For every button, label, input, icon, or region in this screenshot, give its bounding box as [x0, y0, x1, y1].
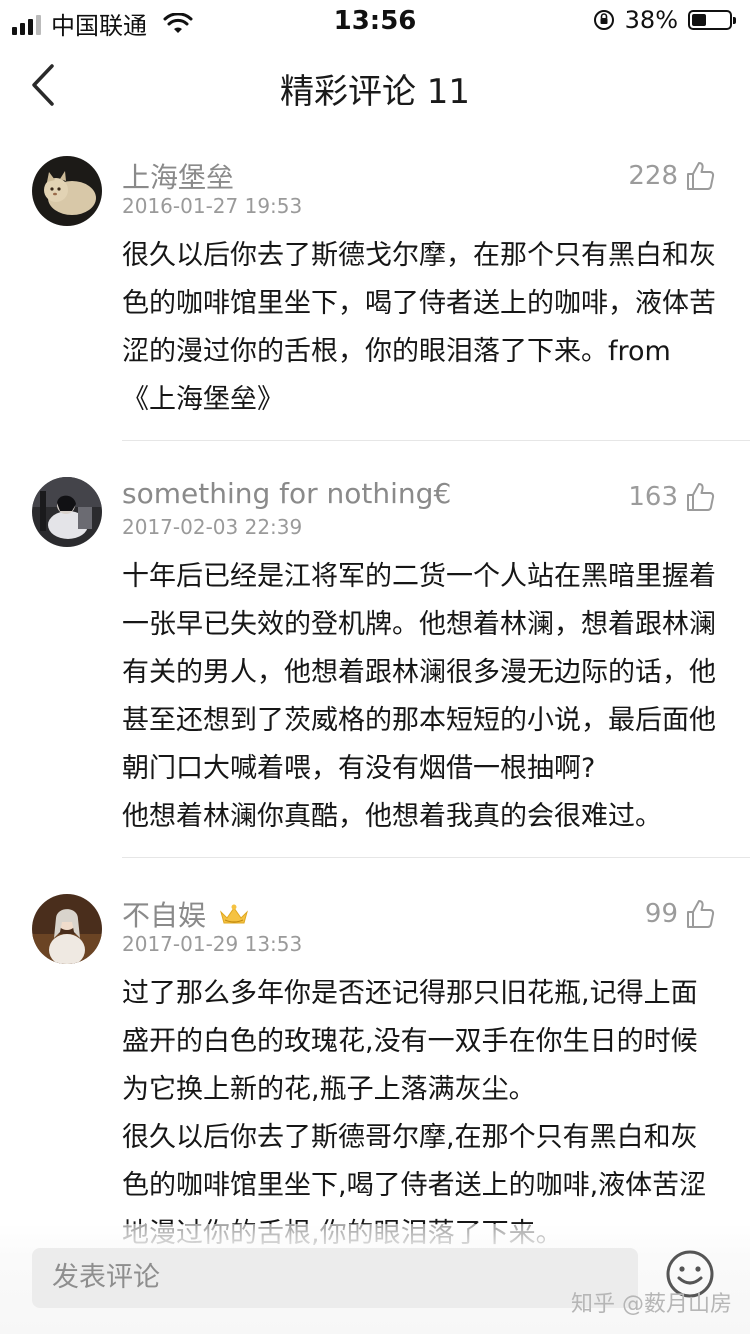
avatar-dark-figure-image [32, 477, 102, 547]
comment-text: 很久以后你去了斯德戈尔摩，在那个只有黑白和灰色的咖啡馆里坐下，喝了侍者送上的咖啡… [122, 240, 716, 415]
watermark: 知乎 @薮月山房 [571, 1292, 732, 1317]
divider [122, 440, 750, 441]
comment-author[interactable]: 不自娱 [122, 894, 250, 934]
author-name: something for nothing€ [122, 477, 452, 510]
avatar[interactable] [32, 894, 102, 964]
battery-icon [688, 10, 736, 30]
comment-item: something for nothing€ 2017-02-03 22:39 … [0, 461, 750, 878]
comment-input[interactable]: 发表评论 [32, 1248, 638, 1308]
comment-item: 不自娱 2017-01-29 13:53 99 过了那么多年你是否还记得那只旧花… [0, 878, 750, 1278]
comment-time: 2017-01-29 13:53 [122, 932, 303, 956]
avatar-cat-image [32, 156, 102, 226]
avatar[interactable] [32, 477, 102, 547]
comment-text: 过了那么多年你是否还记得那只旧花瓶,记得上面盛开的白色的玫瑰花,没有一双手在你生… [122, 978, 707, 1249]
status-right: 38% [593, 6, 736, 34]
battery-percent: 38% [624, 6, 678, 34]
thumbs-up-icon [687, 483, 715, 511]
status-bar: 中国联通 13:56 38% [0, 0, 750, 40]
comment-text: 十年后已经是江将军的二货一个人站在黑暗里握着一张早已失效的登机牌。他想着林澜，想… [122, 561, 716, 832]
avatar[interactable] [32, 156, 102, 226]
like-count: 228 [628, 161, 678, 191]
like-count: 99 [644, 899, 678, 929]
comment-author[interactable]: something for nothing€ [122, 477, 451, 510]
like-count: 163 [628, 482, 678, 512]
divider [122, 857, 750, 858]
orientation-lock-icon [593, 10, 614, 30]
comment-item: 上海堡垒 2016-01-27 19:53 228 很久以后你去了斯德戈尔摩，在… [0, 140, 750, 461]
crown-badge-icon [220, 904, 248, 924]
author-name: 上海堡垒 [122, 161, 235, 194]
comment-time: 2016-01-27 19:53 [122, 194, 303, 218]
navigation-bar: 精彩评论 11 [0, 40, 750, 130]
battery-fill [692, 14, 706, 26]
comments-list: 上海堡垒 2016-01-27 19:53 228 很久以后你去了斯德戈尔摩，在… [0, 140, 750, 1278]
page-title: 精彩评论 11 [279, 72, 471, 112]
comment-composer: 发表评论 知乎 @薮月山房 [0, 1224, 750, 1334]
author-name: 不自娱 [122, 899, 207, 932]
avatar-girl-image [32, 894, 102, 964]
like-button[interactable]: 228 [628, 160, 716, 192]
like-button[interactable]: 99 [645, 898, 716, 930]
like-button[interactable]: 163 [628, 481, 716, 513]
thumbs-up-icon [687, 900, 715, 928]
comment-time: 2017-02-03 22:39 [122, 515, 303, 539]
thumbs-up-icon [687, 162, 715, 190]
comment-author[interactable]: 上海堡垒 [122, 156, 234, 196]
